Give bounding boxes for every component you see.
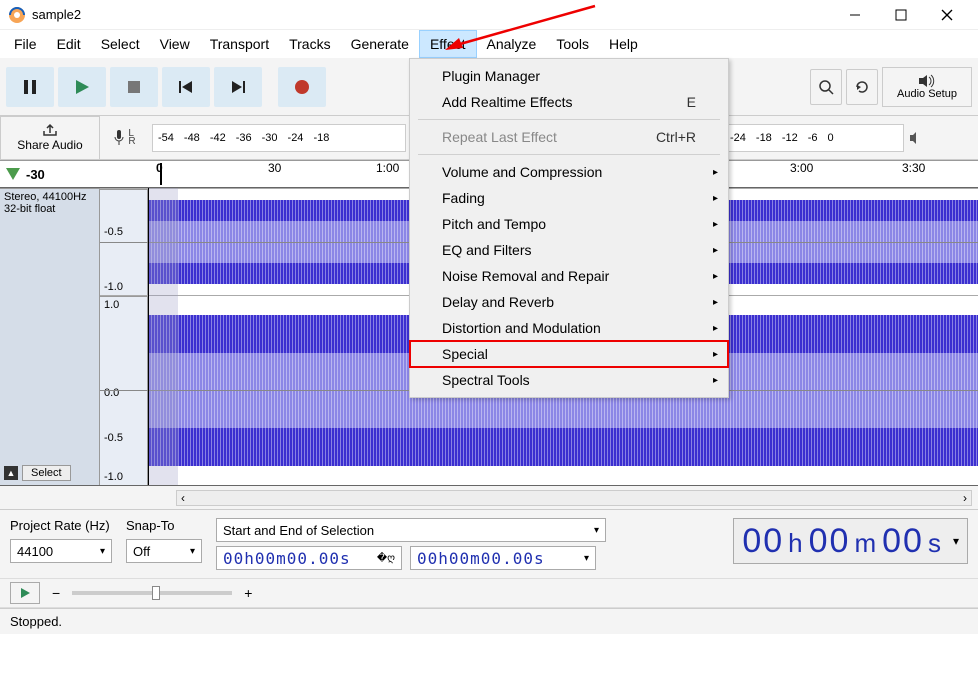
menu-pitch-tempo[interactable]: Pitch and Tempo▸ xyxy=(410,211,728,237)
play-at-speed-button[interactable] xyxy=(10,582,40,604)
menu-plugin-manager[interactable]: Plugin Manager xyxy=(410,63,728,89)
speed-plus-icon[interactable]: + xyxy=(244,585,252,601)
menu-help[interactable]: Help xyxy=(599,30,648,58)
play-head-icon xyxy=(6,168,20,180)
stop-button[interactable] xyxy=(110,67,158,107)
menu-tracks[interactable]: Tracks xyxy=(279,30,340,58)
menu-separator xyxy=(418,119,720,120)
menu-delay-reverb[interactable]: Delay and Reverb▸ xyxy=(410,289,728,315)
chevron-right-icon: ▸ xyxy=(713,375,718,386)
selection-start-time[interactable]: 00h00m00.00s�ღ xyxy=(216,546,402,570)
menu-volume-compression[interactable]: Volume and Compression▸ xyxy=(410,159,728,185)
pause-button[interactable] xyxy=(6,67,54,107)
ruler-head: -30 xyxy=(0,161,100,187)
window-title: sample2 xyxy=(32,7,832,22)
chevron-right-icon: ▸ xyxy=(713,167,718,178)
zoom-button[interactable] xyxy=(810,69,842,105)
mic-meter-label: LR xyxy=(100,129,148,147)
selection-end-time[interactable]: 00h00m00.00s▾ xyxy=(410,546,596,570)
effect-menu-dropdown: Plugin Manager Add Realtime EffectsE Rep… xyxy=(409,58,729,398)
project-rate-select[interactable]: 44100▾ xyxy=(10,539,112,563)
track-select-button[interactable]: Select xyxy=(22,465,71,481)
chevron-right-icon: ▸ xyxy=(713,271,718,282)
status-bar: Stopped. xyxy=(0,608,978,634)
project-rate-label: Project Rate (Hz) xyxy=(10,518,112,533)
status-text: Stopped. xyxy=(10,614,62,629)
track-info-line2: 32-bit float xyxy=(4,203,95,215)
chevron-down-icon: ▾ xyxy=(584,553,589,564)
menu-special[interactable]: Special▸ xyxy=(410,341,728,367)
mic-icon xyxy=(112,129,126,147)
minimize-button[interactable] xyxy=(832,0,878,30)
menu-repeat-last-effect: Repeat Last EffectCtrl+R xyxy=(410,124,728,150)
scroll-right-icon[interactable]: › xyxy=(963,491,967,505)
playback-slider-icon xyxy=(908,130,978,146)
speaker-icon xyxy=(917,74,937,88)
menu-transport[interactable]: Transport xyxy=(200,30,279,58)
menu-noise-removal[interactable]: Noise Removal and Repair▸ xyxy=(410,263,728,289)
chevron-right-icon: ▸ xyxy=(713,349,718,360)
menu-effect[interactable]: Effect xyxy=(419,30,477,58)
menu-edit[interactable]: Edit xyxy=(47,30,91,58)
menu-analyze[interactable]: Analyze xyxy=(477,30,547,58)
loop-button[interactable] xyxy=(846,69,878,105)
menu-bar: File Edit Select View Transport Tracks G… xyxy=(0,30,978,58)
title-bar: sample2 xyxy=(0,0,978,30)
audio-setup-button[interactable]: Audio Setup xyxy=(882,67,972,107)
play-button[interactable] xyxy=(58,67,106,107)
chevron-right-icon: ▸ xyxy=(713,323,718,334)
recording-meter[interactable]: -54 -48 -42 -36 -30 -24 -18 xyxy=(152,124,406,152)
menu-file[interactable]: File xyxy=(4,30,47,58)
chevron-down-icon: ▾ xyxy=(594,525,599,536)
share-audio-label: Share Audio xyxy=(17,138,82,152)
skip-start-button[interactable] xyxy=(162,67,210,107)
snap-to-label: Snap-To xyxy=(126,518,202,533)
maximize-button[interactable] xyxy=(878,0,924,30)
waveform-cursor xyxy=(148,188,178,485)
menu-spectral-tools[interactable]: Spectral Tools▸ xyxy=(410,367,728,393)
play-at-speed-toolbar: − + xyxy=(0,578,978,608)
menu-generate[interactable]: Generate xyxy=(341,30,419,58)
speed-minus-icon[interactable]: − xyxy=(52,585,60,601)
horizontal-scrollbar[interactable]: ‹› xyxy=(0,486,978,510)
selection-mode-select[interactable]: Start and End of Selection▾ xyxy=(216,518,606,542)
audio-position-display[interactable]: 00h00m00s ▾ xyxy=(733,518,968,564)
speaker-small-icon xyxy=(908,130,924,146)
chevron-right-icon: ▸ xyxy=(713,219,718,230)
track-info-line1: Stereo, 44100Hz xyxy=(4,191,95,203)
audio-setup-label: Audio Setup xyxy=(897,88,957,100)
close-button[interactable] xyxy=(924,0,970,30)
snap-to-select[interactable]: Off▾ xyxy=(126,539,202,563)
share-icon xyxy=(42,123,58,137)
menu-add-realtime-effects[interactable]: Add Realtime EffectsE xyxy=(410,89,728,115)
chevron-right-icon: ▸ xyxy=(713,193,718,204)
chevron-down-icon: ▾ xyxy=(190,546,195,557)
skip-end-button[interactable] xyxy=(214,67,262,107)
app-logo-icon xyxy=(8,6,26,24)
record-button[interactable] xyxy=(278,67,326,107)
menu-eq-filters[interactable]: EQ and Filters▸ xyxy=(410,237,728,263)
chevron-down-icon: ▾ xyxy=(100,546,105,557)
chevron-down-icon: �ღ xyxy=(377,553,395,564)
menu-view[interactable]: View xyxy=(150,30,200,58)
track-collapse-button[interactable]: ▲ xyxy=(4,466,18,480)
ruler-origin: -30 xyxy=(26,167,45,182)
selection-toolbar: Project Rate (Hz) 44100▾ Snap-To Off▾ St… xyxy=(0,510,978,578)
chevron-down-icon: ▾ xyxy=(953,534,959,548)
track-control-panel[interactable]: Stereo, 44100Hz 32-bit float ▲ Select xyxy=(0,188,100,485)
menu-select[interactable]: Select xyxy=(91,30,150,58)
playback-speed-slider[interactable] xyxy=(72,591,232,595)
menu-tools[interactable]: Tools xyxy=(546,30,599,58)
chevron-right-icon: ▸ xyxy=(713,245,718,256)
share-audio-button[interactable]: Share Audio xyxy=(0,116,100,160)
chevron-right-icon: ▸ xyxy=(713,297,718,308)
menu-distortion-modulation[interactable]: Distortion and Modulation▸ xyxy=(410,315,728,341)
menu-separator xyxy=(418,154,720,155)
scroll-left-icon[interactable]: ‹ xyxy=(181,491,185,505)
menu-fading[interactable]: Fading▸ xyxy=(410,185,728,211)
playback-meter[interactable]: -24 -18 -12 -6 0 xyxy=(724,124,904,152)
